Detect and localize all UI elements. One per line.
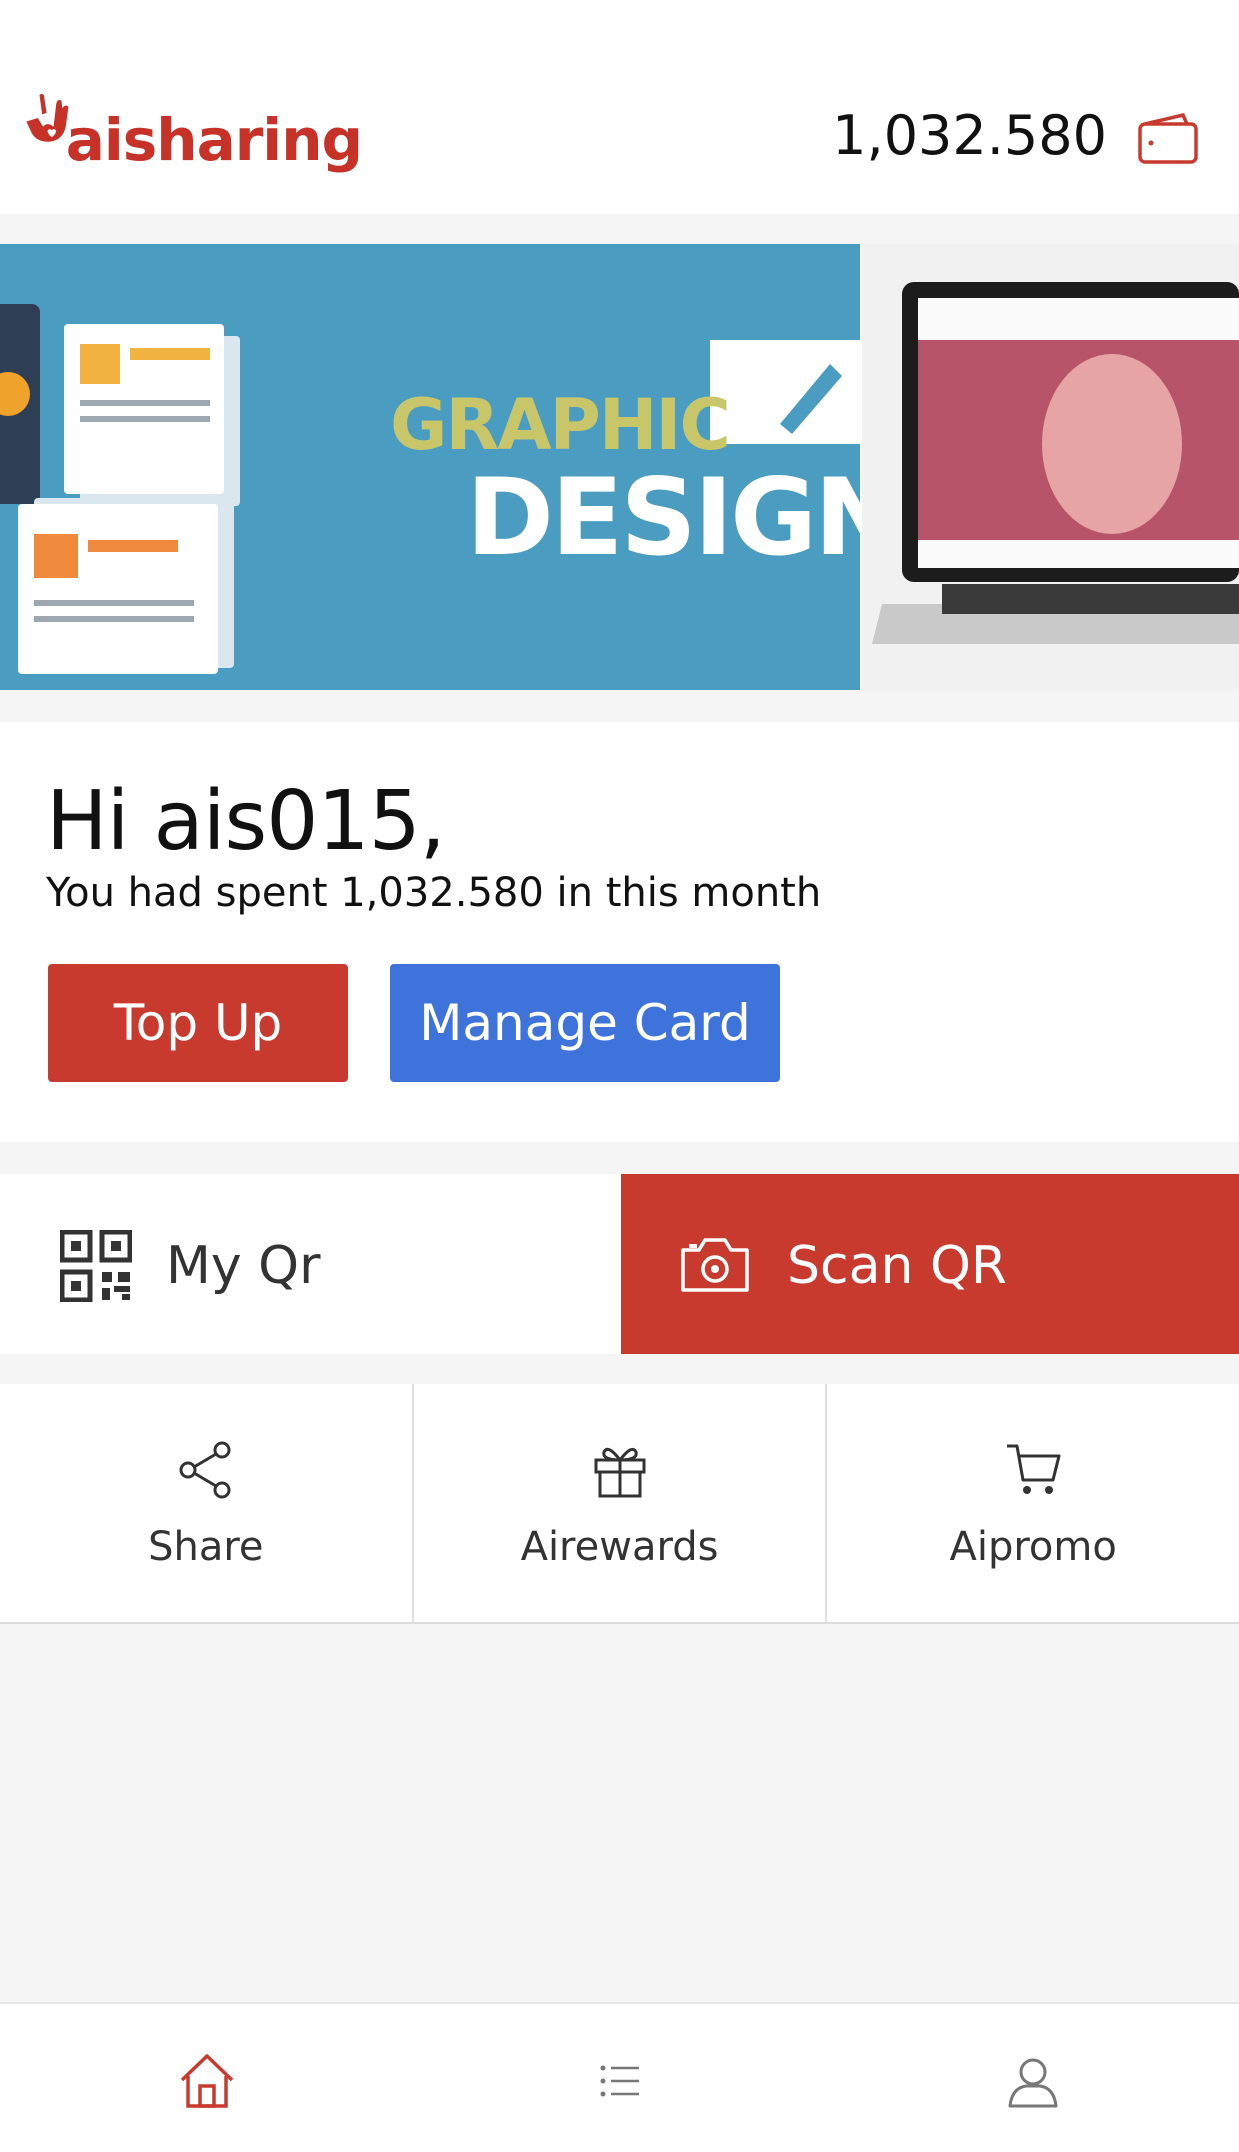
nav-home[interactable] xyxy=(0,2004,413,2152)
greeting-card: Hi ais015, You had spent 1,032.580 in th… xyxy=(0,722,1239,1142)
shortcut-aipromo[interactable]: Aipromo xyxy=(827,1384,1239,1622)
gift-icon xyxy=(594,1447,645,1498)
shortcut-label: Airewards xyxy=(520,1524,719,1570)
home-icon xyxy=(180,2054,233,2108)
banner-slide-laptop[interactable] xyxy=(862,244,1239,690)
qr-actions: My Qr Scan QR xyxy=(0,1174,1239,1354)
app-header: aisharing 1,032.580 xyxy=(0,0,1239,214)
banner-heading-large: DESIGN xyxy=(466,456,903,579)
qr-code-icon xyxy=(60,1230,132,1302)
manage-card-button[interactable]: Manage Card xyxy=(390,964,780,1082)
banner-heading-small: GRAPHIC xyxy=(390,384,731,466)
laptop-image xyxy=(872,282,1239,644)
monthly-spend-text: You had spent 1,032.580 in this month xyxy=(46,870,822,916)
promo-banner-carousel[interactable]: GRAPHIC DESIGN xyxy=(0,244,1239,690)
shortcut-share[interactable]: Share xyxy=(0,1384,414,1622)
balance-amount: 1,032.580 xyxy=(832,104,1107,167)
nav-list[interactable] xyxy=(413,2004,826,2152)
user-icon xyxy=(1008,2058,1057,2108)
wallet-icon[interactable] xyxy=(1137,112,1199,166)
cart-icon xyxy=(1007,1444,1061,1494)
shortcut-grid: Share Airewards Aipromo xyxy=(0,1384,1239,1624)
shortcut-label: Aipromo xyxy=(949,1524,1117,1570)
my-qr-button[interactable]: My Qr xyxy=(0,1174,621,1354)
banner-slide-graphic-design[interactable]: GRAPHIC DESIGN xyxy=(0,244,903,690)
camera-icon xyxy=(681,1238,749,1292)
bottom-navigation xyxy=(0,2002,1239,2152)
shortcut-label: Share xyxy=(148,1524,264,1570)
aisharing-logo: aisharing xyxy=(22,56,363,180)
greeting-title: Hi ais015, xyxy=(46,774,446,869)
my-qr-label: My Qr xyxy=(166,1236,321,1296)
logo-wordmark: aisharing xyxy=(65,106,363,174)
share-icon xyxy=(179,1441,231,1499)
scan-qr-label: Scan QR xyxy=(787,1236,1008,1296)
scan-qr-button[interactable]: Scan QR xyxy=(621,1174,1239,1354)
top-up-button[interactable]: Top Up xyxy=(48,964,348,1082)
nav-profile[interactable] xyxy=(826,2004,1239,2152)
shortcut-airewards[interactable]: Airewards xyxy=(414,1384,828,1622)
list-icon xyxy=(600,2065,639,2097)
